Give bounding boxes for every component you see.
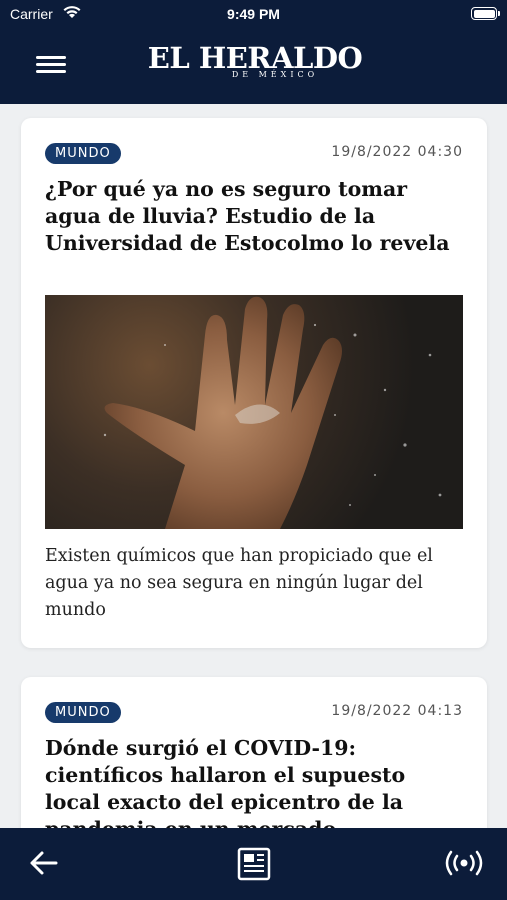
- section-badge[interactable]: MUNDO: [45, 143, 121, 164]
- article-card[interactable]: MUNDO 19/8/2022 04:13 Dónde surgió el CO…: [21, 677, 487, 828]
- menu-icon[interactable]: [36, 54, 66, 76]
- back-arrow-icon[interactable]: [26, 848, 62, 878]
- article-summary: Existen químicos que han propiciado que …: [45, 546, 433, 620]
- logo[interactable]: EL HERALDO DE MÉXICO: [140, 42, 370, 86]
- newspaper-icon[interactable]: [234, 846, 274, 882]
- bottom-nav: [0, 828, 507, 900]
- battery-icon: [471, 7, 500, 20]
- hand-with-water-image: [103, 296, 442, 529]
- app-header: Carrier 9:49 PM EL HERALDO DE MÉXICO: [0, 0, 507, 104]
- article-headline[interactable]: Dónde surgió el COVID-19: científicos ha…: [45, 735, 465, 828]
- article-card[interactable]: MUNDO 19/8/2022 04:30 ¿Por qué ya no es …: [21, 118, 487, 648]
- article-image[interactable]: [45, 295, 463, 529]
- section-badge[interactable]: MUNDO: [45, 702, 121, 723]
- article-headline[interactable]: ¿Por qué ya no es seguro tomar agua de l…: [45, 176, 465, 257]
- clock: 9:49 PM: [227, 6, 280, 22]
- status-bar: Carrier 9:49 PM: [0, 0, 507, 28]
- article-date: 19/8/2022 04:13: [331, 703, 463, 719]
- news-feed[interactable]: MUNDO 19/8/2022 04:30 ¿Por qué ya no es …: [0, 104, 507, 828]
- article-date: 19/8/2022 04:30: [331, 144, 463, 160]
- live-broadcast-icon[interactable]: [442, 848, 486, 878]
